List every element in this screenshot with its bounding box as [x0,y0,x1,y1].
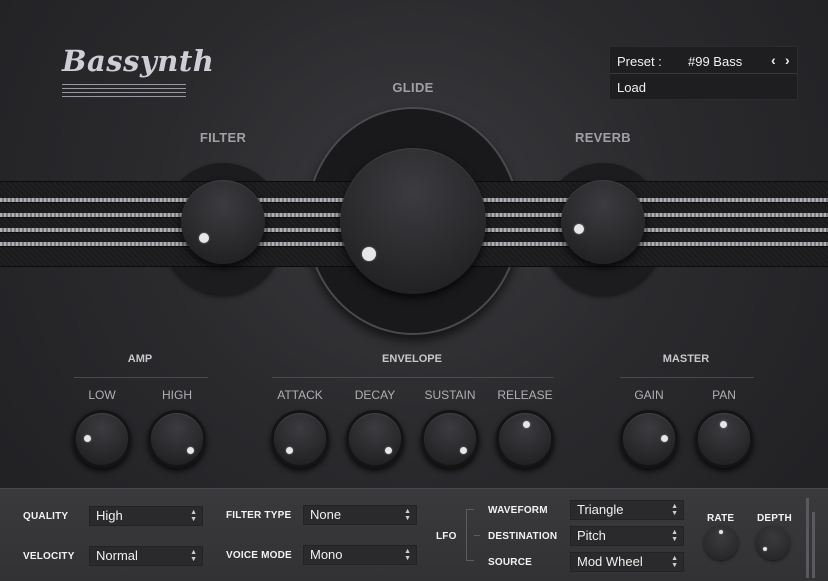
knob-indicator [523,421,530,428]
preset-name: #99 Bass [688,54,743,69]
knob-indicator [199,233,209,243]
pan-label: PAN [712,388,736,402]
quality-value: High [96,508,123,523]
logo-line [62,96,186,97]
destination-select[interactable]: Pitch ▲ ▼ [570,526,684,546]
knob-indicator [362,247,376,261]
velocity-label: VELOCITY [23,551,75,562]
master-section-title: MASTER [662,353,710,365]
quality-select[interactable]: High ▲ ▼ [89,506,203,526]
source-select[interactable]: Mod Wheel ▲ ▼ [570,552,684,572]
logo-line [62,92,186,93]
amp-high-label: HIGH [162,388,192,402]
load-preset-button[interactable]: Load [617,80,646,95]
voice-mode-label: VOICE MODE [226,550,292,561]
knob-indicator [661,435,668,442]
knob-indicator [763,547,767,551]
voice-mode-select[interactable]: Mono ▲ ▼ [303,545,417,565]
attack-knob[interactable] [271,410,329,468]
waveform-value: Triangle [577,502,624,517]
logo-line [62,84,186,85]
lfo-bracket-tick [474,535,480,536]
preset-label: Preset : [617,54,662,69]
attack-label: ATTACK [277,388,323,402]
bassynth-logo: Bassynth [62,44,214,104]
select-arrows-icon: ▲ ▼ [404,508,411,522]
preset-panel: Preset : #99 Bass ‹ › Load [609,46,798,100]
previous-preset-button[interactable]: ‹ [771,52,776,68]
gain-knob[interactable] [620,410,678,468]
select-arrows-icon: ▲ ▼ [671,529,678,543]
section-divider [272,377,554,378]
decay-label: DECAY [354,388,396,402]
reverb-label: REVERB [575,130,631,145]
level-meter-left [806,498,809,578]
sustain-label: SUSTAIN [424,388,476,402]
section-divider [620,377,754,378]
logo-text: Bassynth [62,44,215,78]
lfo-label: LFO [436,531,457,542]
knob-indicator [286,447,293,454]
synth-plugin-window: Bassynth Preset : #99 Bass ‹ › Load FILT… [0,0,828,581]
destination-value: Pitch [577,528,606,543]
rate-label: RATE [707,513,735,524]
select-arrows-icon: ▲ ▼ [671,503,678,517]
knob-indicator [84,435,91,442]
logo-line [62,88,186,89]
waveform-label: WAVEFORM [488,505,548,516]
decay-knob[interactable] [346,410,404,468]
amp-low-knob[interactable] [73,410,131,468]
gain-label: GAIN [634,388,664,402]
load-row: Load [610,74,797,101]
amp-low-label: LOW [88,388,116,402]
select-arrows-icon: ▲ ▼ [190,549,197,563]
filter-label: FILTER [199,130,247,145]
lfo-depth-knob[interactable] [756,526,790,560]
section-divider [74,377,208,378]
source-value: Mod Wheel [577,554,643,569]
knob-indicator [460,447,467,454]
lfo-rate-knob[interactable] [704,526,738,560]
knob-indicator [719,530,723,534]
glide-label: GLIDE [392,80,434,95]
voice-mode-value: Mono [310,547,343,562]
amp-high-knob[interactable] [148,410,206,468]
select-arrows-icon: ▲ ▼ [671,555,678,569]
sustain-knob[interactable] [421,410,479,468]
lfo-bracket [466,509,474,561]
pan-knob[interactable] [695,410,753,468]
preset-row: Preset : #99 Bass ‹ › [610,47,797,74]
depth-label: DEPTH [757,513,792,524]
next-preset-button[interactable]: › [785,52,790,68]
velocity-select[interactable]: Normal ▲ ▼ [89,546,203,566]
quality-label: QUALITY [23,511,69,522]
waveform-select[interactable]: Triangle ▲ ▼ [570,500,684,520]
filter-knob[interactable] [181,180,265,264]
filter-type-select[interactable]: None ▲ ▼ [303,505,417,525]
release-label: RELEASE [497,388,553,402]
source-label: SOURCE [488,557,532,568]
destination-label: DESTINATION [488,531,558,542]
filter-type-value: None [310,507,342,522]
settings-panel [0,488,828,581]
knob-indicator [574,224,584,234]
filter-type-label: FILTER TYPE [226,510,292,521]
select-arrows-icon: ▲ ▼ [404,548,411,562]
amp-section-title: AMP [127,353,153,365]
knob-indicator [187,447,194,454]
envelope-section-title: ENVELOPE [382,353,442,365]
release-knob[interactable] [496,410,554,468]
knob-indicator [720,421,727,428]
select-arrows-icon: ▲ ▼ [190,509,197,523]
level-meter-right [812,512,815,578]
velocity-value: Normal [96,548,138,563]
knob-indicator [385,447,392,454]
reverb-knob[interactable] [561,180,645,264]
glide-knob[interactable] [340,148,486,294]
